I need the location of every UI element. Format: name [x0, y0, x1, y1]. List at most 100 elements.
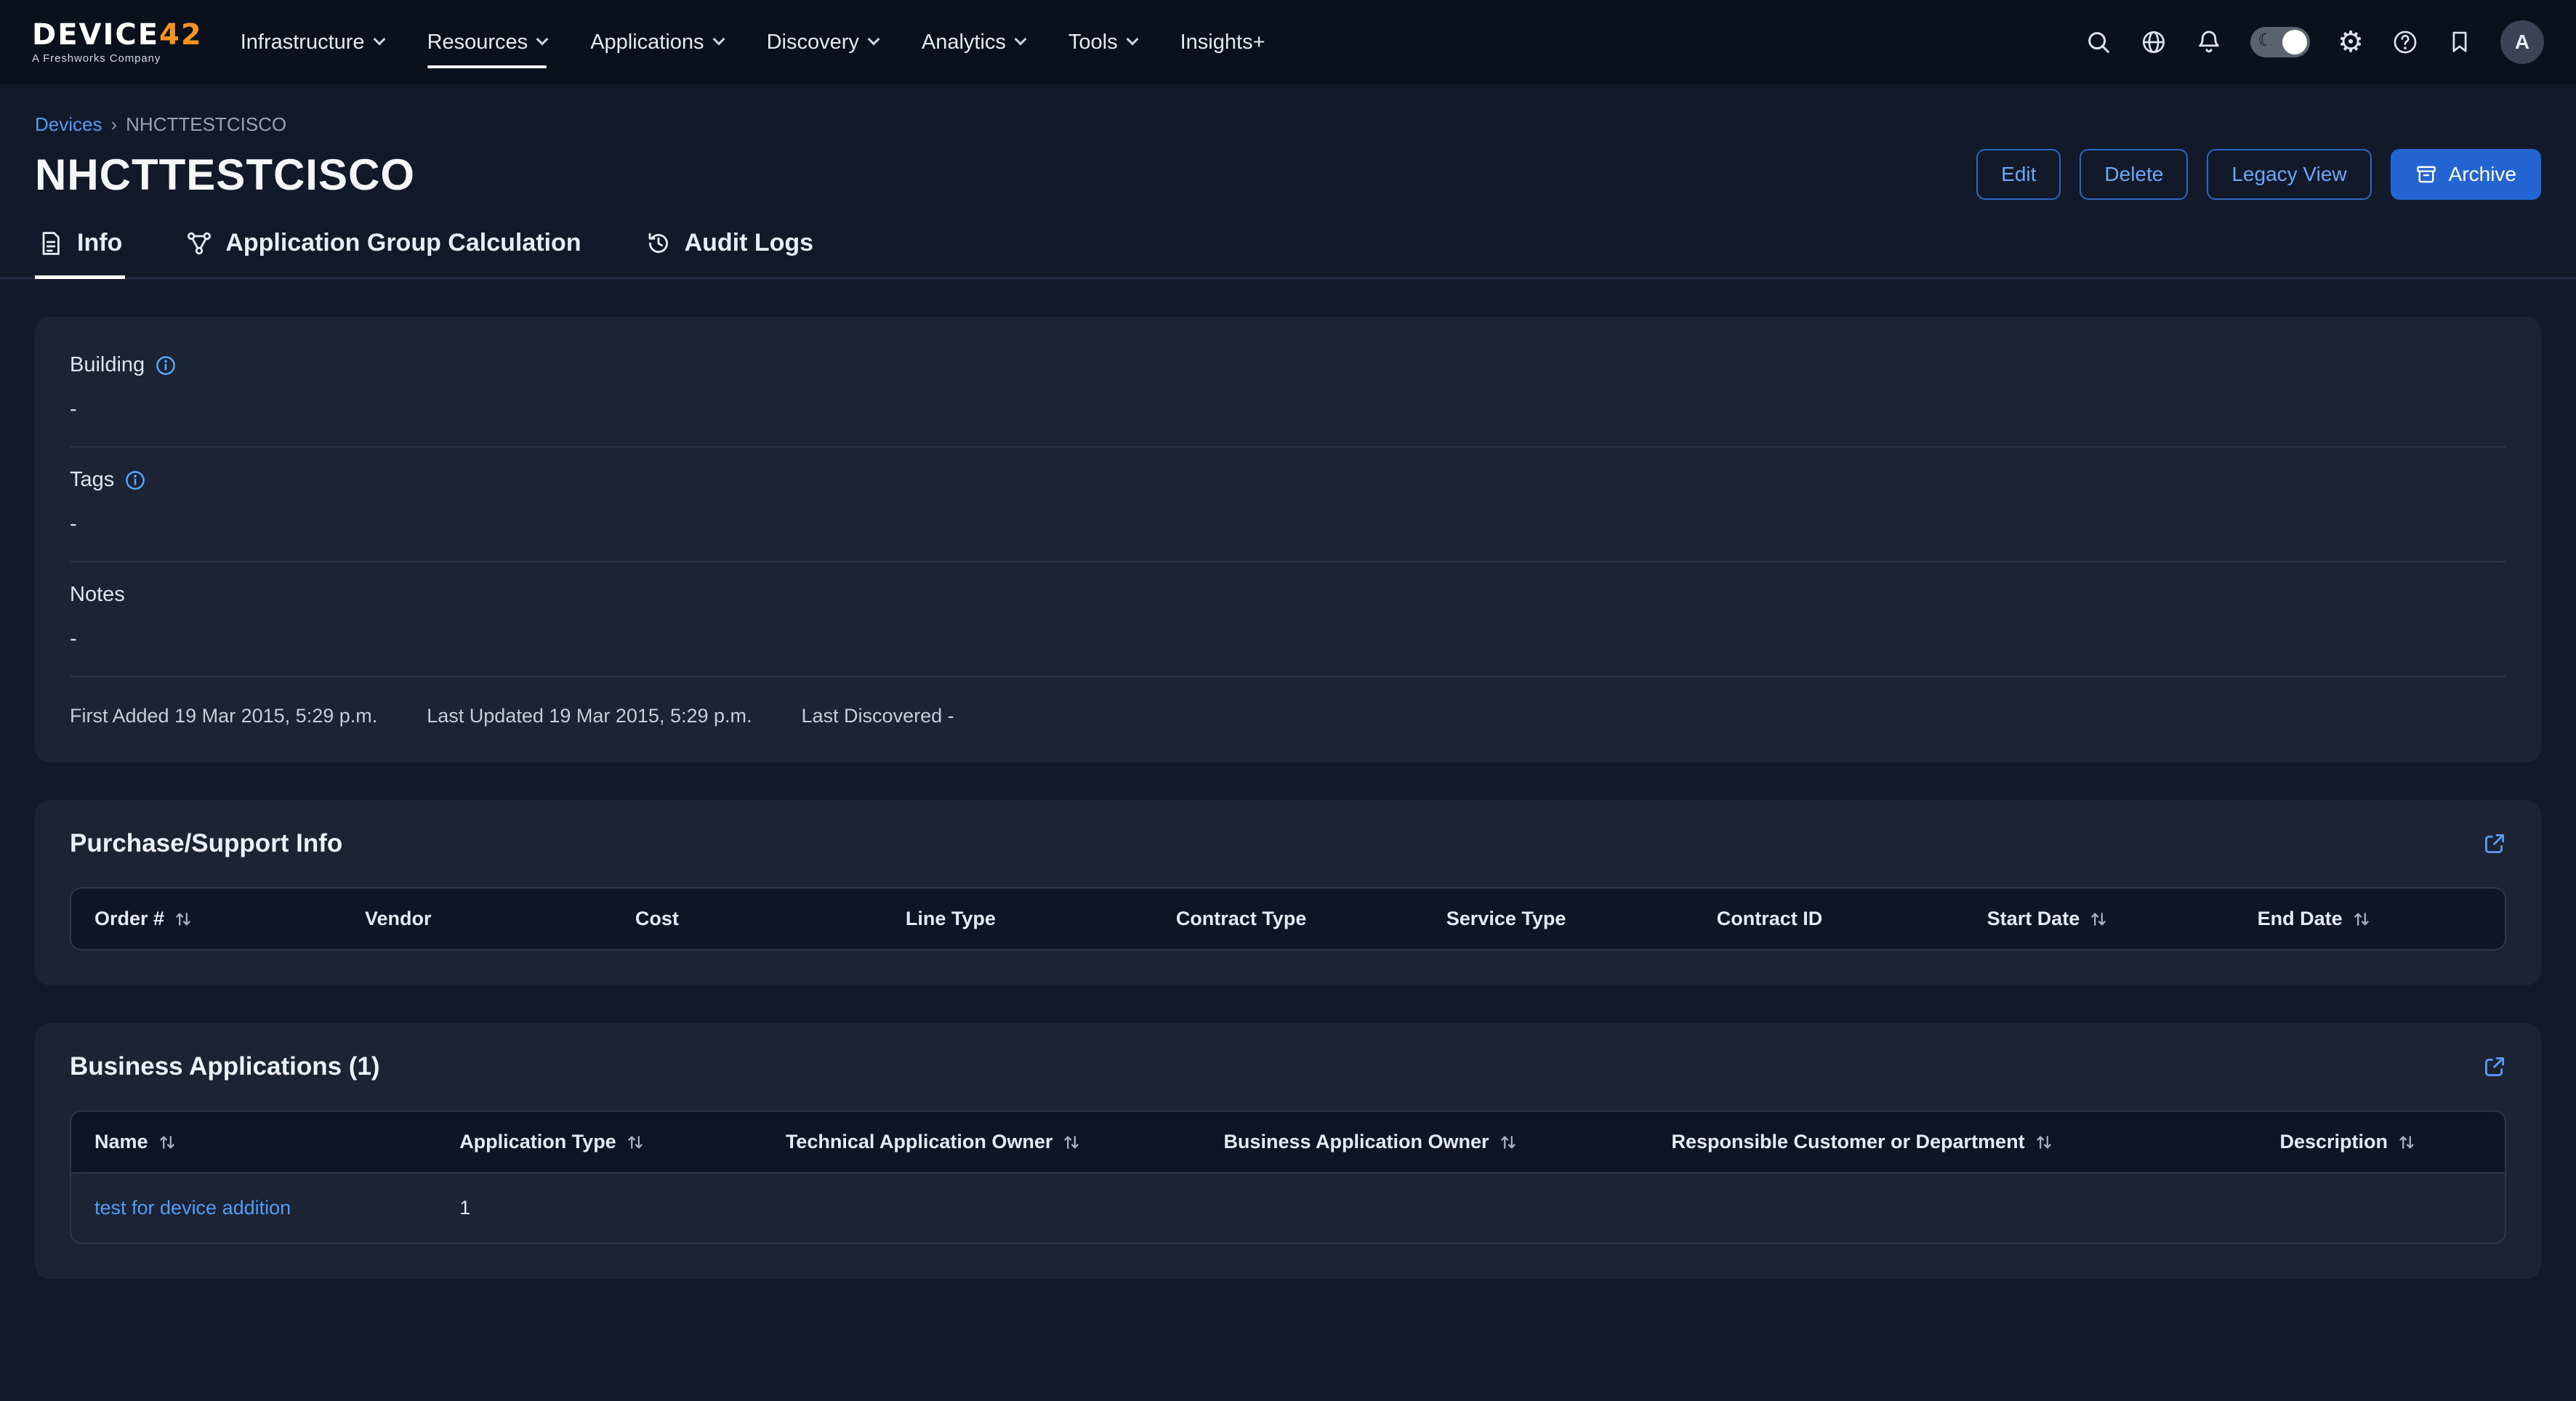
nav-item-label: Insights+: [1180, 31, 1265, 54]
table-cell: 1: [436, 1174, 762, 1243]
field-label: Tags: [70, 468, 114, 492]
bookmark-icon[interactable]: [2447, 29, 2473, 55]
sort-icon: [1063, 1134, 1080, 1151]
column-label: Order #: [94, 908, 164, 930]
top-navbar: DEVICE42 A Freshworks Company Infrastruc…: [0, 0, 2576, 84]
column-header-start-date[interactable]: Start Date: [1964, 889, 2234, 949]
sort-icon: [174, 911, 192, 928]
column-label: Line Type: [906, 908, 996, 930]
field-notes: Notes-: [70, 562, 2506, 677]
column-label: Application Type: [459, 1131, 616, 1153]
field-value: -: [70, 397, 2506, 421]
edit-button[interactable]: Edit: [1976, 149, 2061, 200]
nav-item-label: Applications: [590, 31, 704, 54]
legacy-view-button[interactable]: Legacy View: [2207, 149, 2371, 200]
chevron-down-icon: [1014, 33, 1026, 46]
user-avatar[interactable]: A: [2500, 20, 2544, 64]
button-label: Legacy View: [2231, 163, 2346, 186]
help-icon[interactable]: [2391, 28, 2419, 56]
button-label: Delete: [2104, 163, 2163, 186]
column-header-description[interactable]: Description: [2256, 1112, 2504, 1172]
nav-item-tools[interactable]: Tools: [1068, 0, 1137, 84]
column-label: Description: [2279, 1131, 2388, 1153]
sort-icon: [2398, 1134, 2415, 1151]
column-header-technical-application-owner[interactable]: Technical Application Owner: [762, 1112, 1201, 1172]
column-header-business-application-owner[interactable]: Business Application Owner: [1200, 1112, 1648, 1172]
globe-icon[interactable]: [2140, 28, 2168, 56]
info-icon[interactable]: [124, 469, 146, 491]
nav-item-label: Discovery: [767, 31, 859, 54]
column-label: Start Date: [1987, 908, 2080, 930]
document-icon: [38, 230, 64, 257]
device42-logo[interactable]: DEVICE42 A Freshworks Company: [32, 20, 203, 65]
sort-icon: [2353, 911, 2370, 928]
column-label: Business Application Owner: [1223, 1131, 1489, 1153]
tab-label: Info: [77, 229, 122, 257]
column-header-application-type[interactable]: Application Type: [436, 1112, 762, 1172]
column-label: Contract Type: [1176, 908, 1307, 930]
column-header-end-date[interactable]: End Date: [2234, 889, 2505, 949]
external-link-icon[interactable]: [2483, 1055, 2506, 1078]
sort-icon: [2090, 911, 2107, 928]
nav-item-applications[interactable]: Applications: [590, 0, 723, 84]
column-header-contract-type: Contract Type: [1153, 889, 1423, 949]
column-header-cost: Cost: [612, 889, 882, 949]
nav-item-label: Analytics: [922, 31, 1006, 54]
column-header-order[interactable]: Order #: [71, 889, 342, 949]
external-link-icon[interactable]: [2483, 832, 2506, 855]
tab-audit-logs[interactable]: Audit Logs: [643, 223, 817, 278]
column-header-name[interactable]: Name: [71, 1112, 436, 1172]
search-icon[interactable]: [2085, 28, 2112, 56]
tab-info[interactable]: Info: [35, 223, 125, 278]
theme-toggle[interactable]: ☾: [2250, 27, 2310, 57]
button-label: Archive: [2449, 163, 2516, 186]
chevron-down-icon: [712, 33, 725, 46]
table-cell: [2256, 1174, 2504, 1243]
field-label: Notes: [70, 583, 125, 607]
table-cell: [762, 1174, 1201, 1243]
field-value: -: [70, 512, 2506, 536]
column-label: Technical Application Owner: [786, 1131, 1053, 1153]
info-icon[interactable]: [155, 355, 177, 376]
chevron-down-icon: [1126, 33, 1138, 46]
breadcrumb-separator: ›: [110, 113, 117, 136]
table-header-row: Order # Vendor Cost Line Type Contract Type S…: [71, 889, 2505, 949]
column-header-line-type: Line Type: [882, 889, 1153, 949]
nav-item-insights+[interactable]: Insights+: [1180, 0, 1265, 84]
business-card-title: Business Applications (1): [70, 1052, 380, 1081]
column-label: Name: [94, 1131, 148, 1153]
purchase-card-title: Purchase/Support Info: [70, 829, 342, 858]
delete-button[interactable]: Delete: [2080, 149, 2188, 200]
column-header-responsible-customer-or-department[interactable]: Responsible Customer or Department: [1648, 1112, 2256, 1172]
column-label: Service Type: [1446, 908, 1566, 930]
field-tags: Tags -: [70, 448, 2506, 562]
nav-menu: Infrastructure Resources Applications Disco…: [241, 0, 1265, 84]
settings-gear-icon[interactable]: ⚙: [2338, 28, 2364, 57]
tab-application-group-calculation[interactable]: Application Group Calculation: [183, 223, 584, 278]
nav-item-label: Tools: [1068, 31, 1118, 54]
logo-wordmark: DEVICE42: [32, 20, 203, 49]
nav-item-discovery[interactable]: Discovery: [767, 0, 878, 84]
notifications-bell-icon[interactable]: [2195, 28, 2223, 56]
table-cell: [1648, 1174, 2256, 1243]
column-label: Contract ID: [1717, 908, 1823, 930]
action-buttons: Edit Delete Legacy View Archive: [1976, 149, 2541, 200]
row-link[interactable]: test for device addition: [94, 1197, 291, 1219]
archive-button[interactable]: Archive: [2391, 149, 2541, 200]
sort-icon: [158, 1134, 176, 1151]
column-header-service-type: Service Type: [1423, 889, 1694, 949]
nav-item-label: Infrastructure: [241, 31, 365, 54]
breadcrumb-devices-link[interactable]: Devices: [35, 113, 102, 136]
field-label: Building: [70, 353, 145, 377]
page-title: NHCTTESTCISCO: [35, 150, 415, 200]
nav-item-analytics[interactable]: Analytics: [922, 0, 1025, 84]
meta-last-updated: Last Updated 19 Mar 2015, 5:29 p.m.: [427, 705, 752, 727]
sort-icon: [1500, 1134, 1517, 1151]
column-label: Vendor: [365, 908, 432, 930]
nav-item-infrastructure[interactable]: Infrastructure: [241, 0, 384, 84]
nav-item-resources[interactable]: Resources: [427, 0, 547, 84]
record-meta-row: First Added 19 Mar 2015, 5:29 p.m.Last U…: [70, 677, 2506, 727]
navbar-actions: ☾ ⚙ A: [2085, 20, 2544, 64]
meta-last-discovered: Last Discovered -: [802, 705, 954, 727]
logo-accent: 42: [159, 18, 203, 52]
